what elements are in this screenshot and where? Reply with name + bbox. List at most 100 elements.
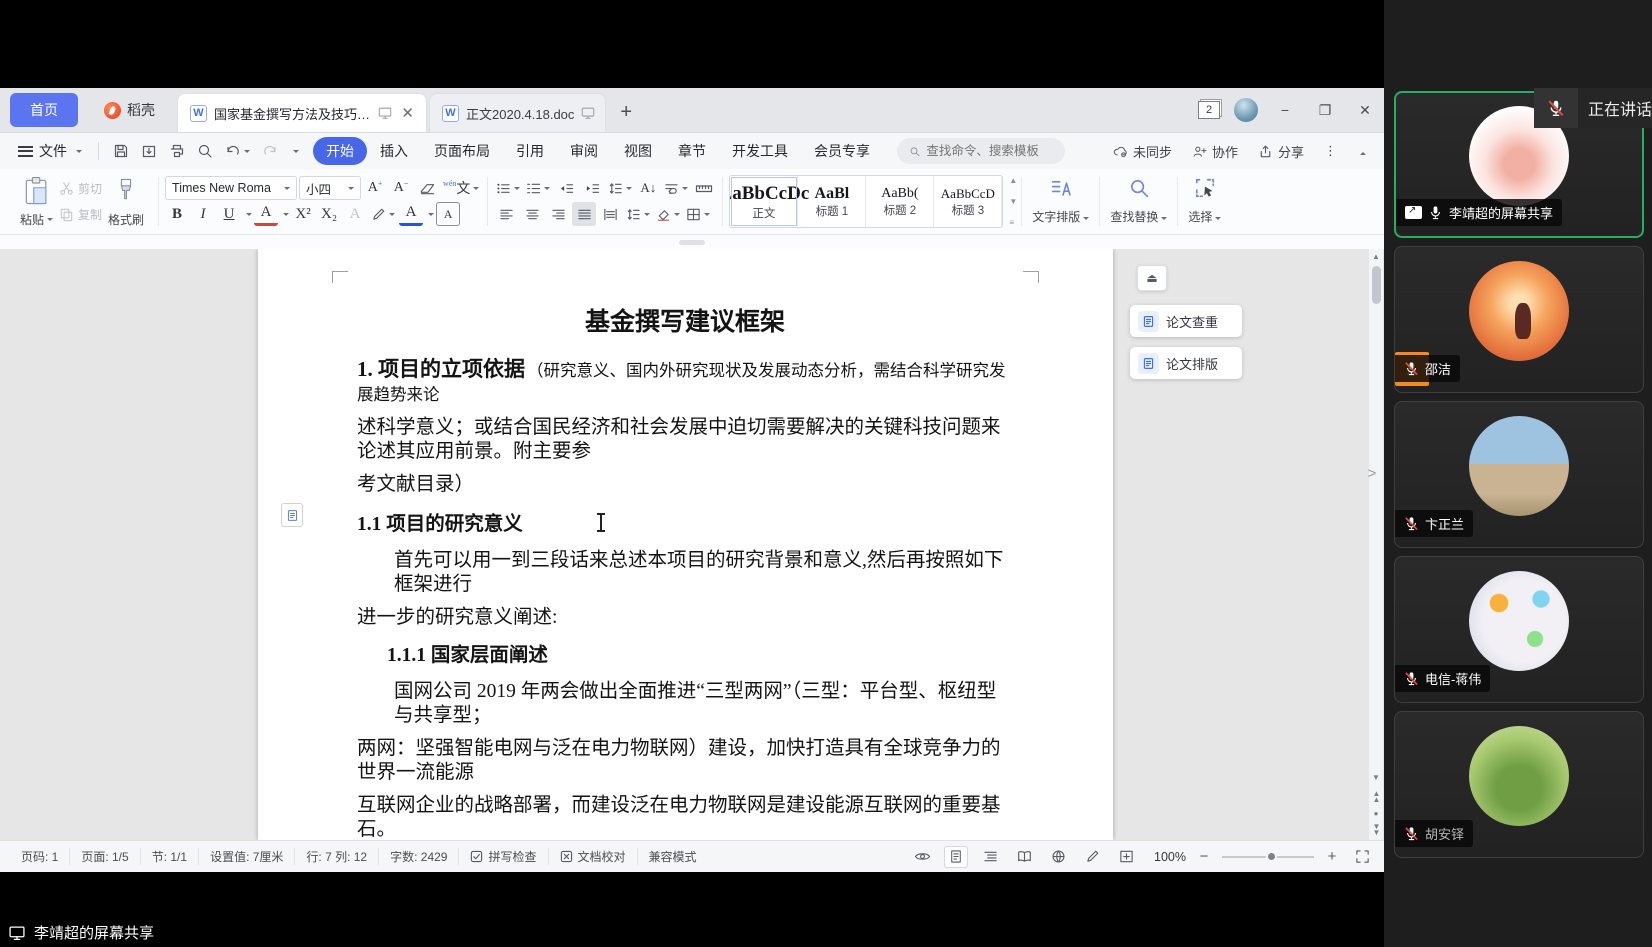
wordart-button[interactable]: A: [343, 202, 367, 226]
status-item[interactable]: 页面: 1/5: [70, 848, 140, 865]
fullscreen-button[interactable]: [1350, 846, 1374, 868]
shading-button[interactable]: [654, 202, 682, 226]
undo-button[interactable]: [219, 143, 256, 159]
subscript-button[interactable]: X₂: [317, 202, 341, 226]
underline-button[interactable]: U: [217, 202, 241, 226]
superscript-button[interactable]: X²: [291, 202, 315, 226]
gallery-more-icon[interactable]: ≡: [1009, 218, 1017, 227]
panel-collapse-chevron[interactable]: >: [1362, 452, 1382, 494]
sort-button[interactable]: A↓: [636, 176, 660, 200]
user-avatar[interactable]: [1234, 98, 1258, 122]
paper-layout-button[interactable]: 论文排版: [1130, 347, 1242, 379]
ribbon-menu-item[interactable]: 视图: [611, 137, 665, 165]
tab-home[interactable]: 首页: [10, 93, 78, 127]
tab-store[interactable]: 稻壳: [86, 93, 173, 127]
share-button[interactable]: 分享: [1250, 142, 1312, 161]
file-menu-button[interactable]: 文件: [10, 141, 90, 161]
status-item[interactable]: 页码: 1: [10, 848, 70, 865]
select-browse-object-icon[interactable]: ●: [1374, 809, 1379, 818]
collapse-handle[interactable]: [679, 240, 705, 245]
font-name-select[interactable]: Times New Roma: [165, 176, 297, 200]
ribbon-menu-item[interactable]: 引用: [503, 137, 557, 165]
page-nav-widget[interactable]: [281, 503, 303, 527]
new-tab-button[interactable]: +: [608, 101, 644, 124]
ribbon-menu-item[interactable]: 审阅: [557, 137, 611, 165]
mic-muted-icon[interactable]: [1534, 88, 1578, 128]
clear-format-button[interactable]: [415, 176, 439, 200]
line-spacing-button[interactable]: [624, 202, 652, 226]
participant-tile[interactable]: 胡安铎: [1394, 711, 1644, 858]
borders-button[interactable]: [684, 202, 712, 226]
customize-toolbar-button[interactable]: [284, 148, 305, 154]
zoom-slider-knob[interactable]: [1266, 851, 1277, 862]
increase-indent-button[interactable]: [580, 176, 604, 200]
redo-button[interactable]: [256, 143, 284, 159]
align-center-button[interactable]: [520, 202, 544, 226]
scroll-down-icon[interactable]: ▼: [1372, 770, 1380, 785]
next-page-icon[interactable]: ▼▼: [1373, 824, 1380, 836]
save-button[interactable]: [107, 143, 135, 159]
document-page[interactable]: 基金撰写建议框架 1. 项目的立项依据（研究意义、国内外研究现状及发展动态分析，…: [258, 249, 1113, 840]
scrollbar-thumb[interactable]: [1372, 266, 1381, 304]
document-proof-toggle[interactable]: 文档校对: [549, 848, 638, 865]
ribbon-menu-item[interactable]: 开发工具: [719, 137, 801, 165]
decrease-indent-button[interactable]: [554, 176, 578, 200]
numbered-list-button[interactable]: [524, 176, 552, 200]
print-button[interactable]: [163, 143, 191, 159]
eye-protect-button[interactable]: [910, 846, 934, 868]
style-item[interactable]: AaBb( 标题 2: [866, 176, 934, 227]
collapse-ribbon-button[interactable]: [1349, 148, 1374, 154]
scroll-down-icon[interactable]: ▼: [1009, 197, 1017, 206]
align-left-button[interactable]: [494, 202, 518, 226]
zoom-level[interactable]: 100%: [1154, 850, 1186, 864]
justify-button[interactable]: [572, 202, 596, 226]
bold-button[interactable]: B: [165, 202, 189, 226]
status-item[interactable]: 字数: 2429: [379, 848, 459, 865]
command-search[interactable]: [897, 138, 1065, 164]
zoom-out-button[interactable]: −: [1196, 848, 1212, 865]
collaborate-button[interactable]: 协作: [1184, 142, 1246, 161]
character-shading-button[interactable]: A: [436, 202, 460, 226]
scroll-up-icon[interactable]: ▲: [1372, 249, 1380, 264]
edit-mode-button[interactable]: [1080, 846, 1104, 868]
status-item[interactable]: 行: 7 列: 12: [295, 848, 379, 865]
participant-tile[interactable]: 卞正兰: [1394, 401, 1644, 548]
increase-font-button[interactable]: A+: [363, 176, 387, 200]
fit-page-button[interactable]: [1114, 846, 1138, 868]
document-tab[interactable]: W 国家基金撰写方法及技巧-李靖超 ✕: [177, 93, 427, 132]
sync-status-button[interactable]: 未同步: [1105, 142, 1180, 161]
web-view-button[interactable]: [1046, 846, 1070, 868]
paper-check-button[interactable]: 论文查重: [1130, 305, 1242, 337]
scroll-up-icon[interactable]: ▲: [1009, 176, 1017, 185]
zoom-in-button[interactable]: +: [1324, 848, 1340, 865]
read-view-button[interactable]: [1012, 846, 1036, 868]
find-replace-button[interactable]: 查找替换: [1102, 173, 1175, 229]
select-button[interactable]: 选择: [1180, 173, 1229, 229]
document-tab[interactable]: W 正文2020.4.18.doc: [429, 93, 606, 132]
bullet-list-button[interactable]: [494, 176, 522, 200]
character-scale-button[interactable]: [606, 176, 634, 200]
close-window-button[interactable]: ✕: [1352, 102, 1378, 119]
ruler-button[interactable]: [692, 176, 716, 200]
window-count-badge[interactable]: 2: [1198, 101, 1220, 119]
ribbon-menu-item[interactable]: 插入: [367, 137, 421, 165]
maximize-button[interactable]: ❐: [1312, 102, 1338, 119]
style-item[interactable]: AaBl 标题 1: [798, 176, 866, 227]
style-item[interactable]: AaBbCcD 标题 3: [934, 176, 1002, 227]
search-input[interactable]: [926, 144, 1053, 158]
ribbon-menu-item[interactable]: 页面布局: [421, 137, 503, 165]
align-right-button[interactable]: [546, 202, 570, 226]
outline-view-button[interactable]: [978, 846, 1002, 868]
status-item[interactable]: 设置值: 7厘米: [199, 848, 295, 865]
decrease-font-button[interactable]: A−: [389, 176, 413, 200]
participant-tile[interactable]: 电信-蒋伟: [1394, 556, 1644, 703]
copy-button[interactable]: 复制: [59, 202, 102, 228]
highlight-color-button[interactable]: [369, 202, 397, 226]
font-size-select[interactable]: 小四: [299, 176, 361, 200]
more-options-button[interactable]: ⋮: [1316, 143, 1345, 159]
cut-button[interactable]: 剪切: [59, 176, 102, 202]
text-layout-button[interactable]: 文字排版: [1024, 173, 1097, 229]
wrap-button[interactable]: [662, 176, 690, 200]
minimize-button[interactable]: −: [1272, 102, 1298, 118]
style-item[interactable]: AaBbCcDc 正文: [730, 176, 798, 227]
